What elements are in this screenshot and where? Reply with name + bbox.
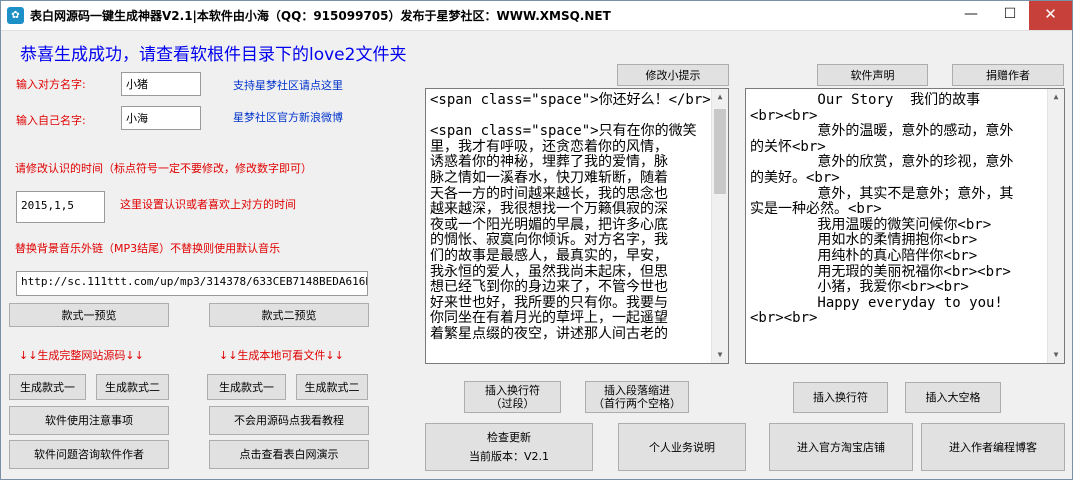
- consult-author-button[interactable]: 软件问题咨询软件作者: [9, 440, 169, 469]
- minimize-button[interactable]: —: [951, 1, 991, 30]
- letter-editor-scrollbar[interactable]: ▲ ▼: [711, 89, 728, 363]
- self-name-input[interactable]: 小海: [121, 106, 201, 130]
- weibo-link[interactable]: 星梦社区官方新浪微博: [233, 109, 343, 125]
- music-instruction: 替换背景音乐外链（MP3结尾）不替换则使用默认音乐: [15, 242, 281, 255]
- self-name-label: 输入自己名字:: [16, 114, 86, 127]
- software-declaration-button[interactable]: 软件声明: [817, 64, 928, 86]
- insert-paragraph-break-button[interactable]: 插入换行符 （过段）: [464, 381, 561, 413]
- generate-local-style-2-button[interactable]: 生成款式二: [296, 374, 368, 400]
- story-editor-text[interactable]: Our Story 我们的故事 <br><br> 意外的温暖，意外的感动，意外 …: [746, 89, 1064, 327]
- close-button[interactable]: ✕: [1029, 1, 1072, 30]
- usage-notes-button[interactable]: 软件使用注意事项: [9, 406, 169, 435]
- partner-name-label: 输入对方名字:: [16, 78, 86, 91]
- date-hint: 这里设置认识或者喜欢上对方的时间: [120, 198, 296, 211]
- story-editor-scrollbar[interactable]: ▲ ▼: [1047, 89, 1064, 363]
- preview-style-1-button[interactable]: 款式一预览: [9, 303, 169, 327]
- story-editor[interactable]: Our Story 我们的故事 <br><br> 意外的温暖，意外的感动，意外 …: [745, 88, 1065, 364]
- app-icon: ✿: [7, 7, 24, 24]
- check-update-label: 检查更新: [487, 431, 531, 444]
- generate-web-style-2-button[interactable]: 生成款式二: [96, 374, 169, 400]
- insert-indent-button[interactable]: 插入段落缩进 （首行两个空格）: [585, 381, 689, 413]
- generate-local-header: ↓↓生成本地可看文件↓↓: [219, 349, 344, 362]
- chevron-down-icon[interactable]: ▼: [1048, 347, 1064, 363]
- author-blog-button[interactable]: 进入作者编程博客: [921, 423, 1065, 471]
- check-update-button[interactable]: 检查更新 当前版本：V2.1: [425, 423, 593, 471]
- letter-editor[interactable]: <span class="space">你还好么！</br> <span cla…: [425, 88, 729, 364]
- letter-editor-text[interactable]: <span class="space">你还好么！</br> <span cla…: [426, 89, 728, 343]
- generate-local-style-1-button[interactable]: 生成款式一: [207, 374, 286, 400]
- current-version-text: 当前版本：V2.1: [468, 450, 550, 463]
- donate-author-button[interactable]: 捐赠作者: [952, 64, 1064, 86]
- support-community-link[interactable]: 支持星梦社区请点这里: [233, 77, 343, 93]
- demo-button[interactable]: 点击查看表白网演示: [209, 440, 369, 469]
- window-title: 表白网源码一键生成神器V2.1|本软件由小海（QQ：915099705）发布于星…: [30, 9, 611, 23]
- chevron-up-icon[interactable]: ▲: [1048, 89, 1064, 105]
- date-input[interactable]: 2015,1,5: [16, 191, 105, 223]
- title-bar: ✿ 表白网源码一键生成神器V2.1|本软件由小海（QQ：915099705）发布…: [1, 1, 1072, 31]
- chevron-up-icon[interactable]: ▲: [712, 89, 728, 105]
- app-window: ✿ 表白网源码一键生成神器V2.1|本软件由小海（QQ：915099705）发布…: [0, 0, 1073, 480]
- maximize-button[interactable]: ☐: [991, 1, 1029, 30]
- success-banner: 恭喜生成成功，请查看软根件目录下的love2文件夹: [20, 45, 407, 65]
- preview-style-2-button[interactable]: 款式二预览: [209, 303, 369, 327]
- partner-name-input[interactable]: 小猪: [121, 72, 201, 96]
- insert-big-space-button[interactable]: 插入大空格: [905, 382, 1001, 413]
- date-instruction: 请修改认识的时间（标点符号一定不要修改，修改数字即可）: [15, 162, 312, 175]
- generate-web-style-1-button[interactable]: 生成款式一: [9, 374, 86, 400]
- scroll-thumb[interactable]: [714, 109, 726, 194]
- generate-web-header: ↓↓生成完整网站源码↓↓: [19, 349, 144, 362]
- insert-line-break-button[interactable]: 插入换行符: [793, 382, 888, 413]
- taobao-store-button[interactable]: 进入官方淘宝店铺: [769, 423, 913, 471]
- modify-tip-button[interactable]: 修改小提示: [617, 64, 729, 86]
- music-url-input[interactable]: http://sc.111ttt.com/up/mp3/314378/633CE…: [16, 271, 368, 296]
- personal-business-button[interactable]: 个人业务说明: [618, 423, 746, 471]
- chevron-down-icon[interactable]: ▼: [712, 347, 728, 363]
- tutorial-button[interactable]: 不会用源码点我看教程: [209, 406, 369, 435]
